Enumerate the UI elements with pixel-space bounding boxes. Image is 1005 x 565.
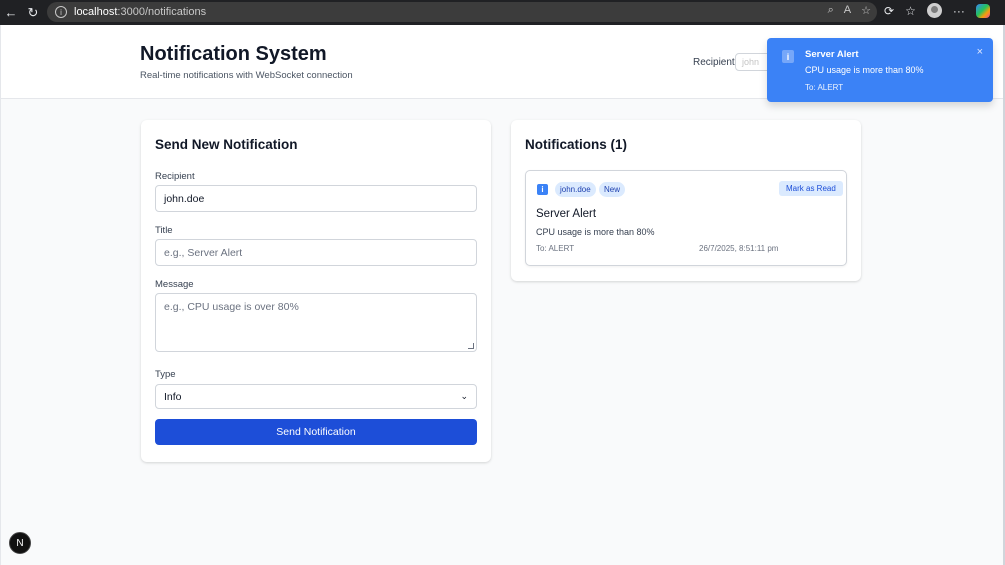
title-label: Title [155, 225, 173, 236]
copilot-icon[interactable] [975, 3, 990, 18]
info-icon: i [537, 184, 548, 195]
toast-notification[interactable]: i Server Alert CPU usage is more than 80… [767, 38, 993, 102]
toast-title: Server Alert [805, 49, 859, 60]
title-input[interactable]: e.g., Server Alert [155, 239, 477, 266]
notification-recipient: To: ALERT [536, 244, 575, 253]
recipient-label: Recipient [155, 171, 195, 182]
toast-recipient: To: ALERT [805, 83, 844, 92]
message-placeholder: e.g., CPU usage is over 80% [164, 301, 299, 313]
favorites-icon[interactable]: ☆ [905, 4, 916, 18]
close-icon[interactable]: × [977, 46, 983, 58]
type-select[interactable]: Info ⌄ [155, 384, 477, 409]
header-recipient-label: Recipient: [693, 57, 738, 68]
profile-avatar[interactable] [926, 3, 942, 18]
extensions-icon[interactable]: ⟳ [884, 4, 894, 18]
notification-title: Server Alert [536, 208, 597, 220]
recipient-badge: john.doe [555, 182, 596, 197]
send-notification-button[interactable]: Send Notification [155, 419, 477, 445]
notifications-card: Notifications (1) i john.doe New Mark as… [511, 120, 861, 281]
dev-tools-badge[interactable]: N [9, 532, 31, 554]
url-text: localhost:3000/notifications [74, 6, 207, 18]
notification-message: CPU usage is more than 80% [536, 227, 655, 237]
message-textarea[interactable]: e.g., CPU usage is over 80% [155, 293, 477, 352]
info-icon: i [782, 50, 794, 63]
chevron-down-icon: ⌄ [460, 391, 468, 401]
site-info-icon[interactable]: i [55, 6, 67, 18]
app-page: Notification System Real-time notificati… [0, 25, 1004, 565]
toast-message: CPU usage is more than 80% [805, 65, 924, 75]
page-title: Notification System [140, 43, 327, 65]
read-aloud-icon[interactable]: A [844, 4, 851, 17]
favorite-star-icon[interactable]: ☆ [861, 4, 871, 17]
recipient-input[interactable]: john.doe [155, 185, 477, 212]
page-subtitle: Real-time notifications with WebSocket c… [140, 70, 353, 81]
type-label: Type [155, 369, 176, 380]
reload-icon[interactable]: ↻ [22, 2, 44, 24]
form-heading: Send New Notification [155, 137, 298, 152]
resize-handle[interactable] [468, 343, 474, 349]
more-menu-icon[interactable]: ··· [953, 4, 965, 18]
browser-toolbar: ← ↻ i localhost:3000/notifications ⌕ A ☆… [0, 0, 1005, 25]
send-notification-card: Send New Notification Recipient john.doe… [141, 120, 491, 462]
notification-item: i john.doe New Mark as Read Server Alert… [525, 170, 847, 266]
type-select-value: Info [164, 390, 182, 403]
notification-timestamp: 26/7/2025, 8:51:11 pm [699, 244, 779, 253]
mark-as-read-button[interactable]: Mark as Read [779, 181, 843, 196]
new-badge: New [599, 182, 626, 197]
notifications-heading: Notifications (1) [525, 137, 628, 152]
message-label: Message [155, 279, 194, 290]
back-arrow-icon[interactable]: ← [0, 2, 22, 24]
zoom-icon[interactable]: ⌕ [828, 4, 834, 17]
address-bar[interactable]: i localhost:3000/notifications ⌕ A ☆ [47, 2, 877, 22]
